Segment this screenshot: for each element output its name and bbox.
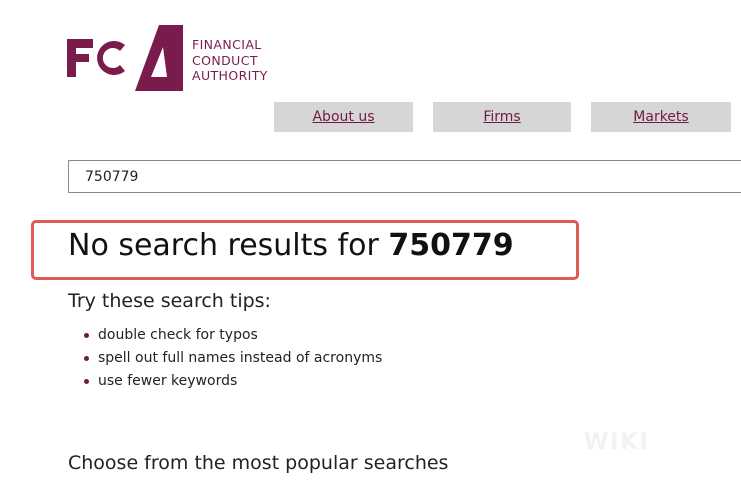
no-results-prefix: No search results for	[68, 228, 389, 263]
list-item: double check for typos	[84, 324, 382, 347]
tip-text: spell out full names instead of acronyms	[98, 350, 383, 366]
list-item: use fewer keywords	[84, 370, 382, 393]
watermark: WIKI	[584, 430, 650, 455]
nav-firms[interactable]: Firms	[433, 102, 571, 132]
popular-searches-heading: Choose from the most popular searches	[68, 452, 449, 474]
fca-logo-mark	[67, 25, 183, 91]
nav-markets[interactable]: Markets	[591, 102, 731, 132]
tips-list: double check for typos spell out full na…	[84, 324, 382, 393]
page: FINANCIAL CONDUCT AUTHORITY About us Fir…	[0, 0, 741, 483]
search-input[interactable]: 750779	[68, 160, 741, 193]
nav-about-us[interactable]: About us	[274, 102, 413, 132]
fca-logo[interactable]: FINANCIAL CONDUCT AUTHORITY	[67, 25, 268, 91]
tips-heading: Try these search tips:	[68, 290, 271, 312]
logo-line-authority: AUTHORITY	[192, 68, 268, 83]
search-input-value: 750779	[85, 168, 139, 185]
logo-line-conduct: CONDUCT	[192, 52, 258, 68]
bullet-icon	[84, 333, 89, 338]
bullet-icon	[84, 356, 89, 361]
list-item: spell out full names instead of acronyms	[84, 347, 382, 370]
tip-text: double check for typos	[98, 327, 258, 343]
logo-line-financial: FINANCIAL	[192, 37, 262, 52]
no-results-heading: No search results for 750779	[68, 226, 514, 266]
no-results-query: 750779	[388, 228, 514, 263]
tip-text: use fewer keywords	[98, 373, 238, 389]
fca-logo-text: FINANCIAL CONDUCT AUTHORITY	[192, 37, 268, 84]
main-nav: About us Firms Markets	[274, 102, 731, 132]
bullet-icon	[84, 379, 89, 384]
